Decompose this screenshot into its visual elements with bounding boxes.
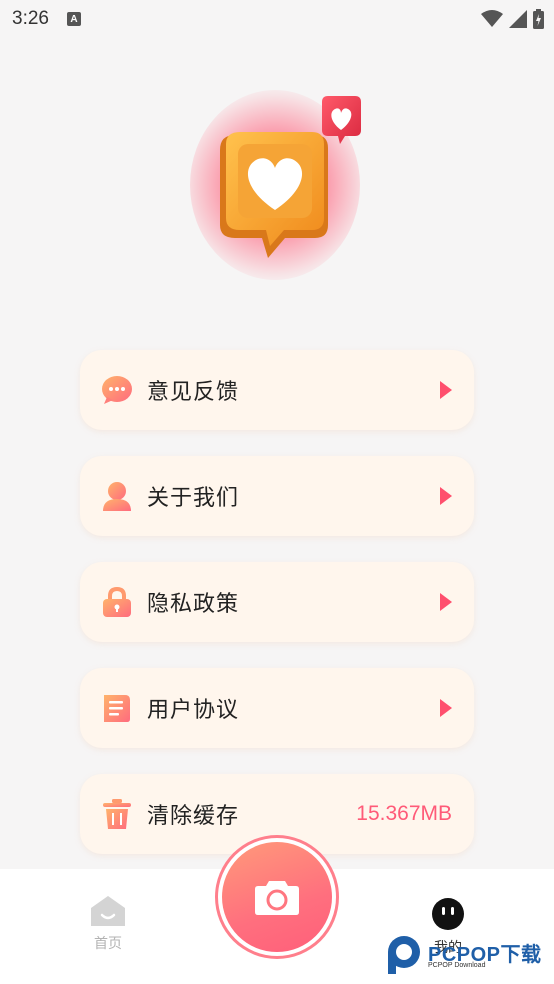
battery-icon [533,9,544,29]
lock-icon [101,586,133,618]
pcpop-logo-icon [388,936,420,974]
status-bar: 3:26 A [0,0,554,38]
wifi-icon [481,10,503,27]
settings-menu: 意见反馈 关于我们 隐私政策 用户协议 清除缓存 15.367MB [80,350,474,880]
menu-item-label: 用户协议 [147,698,240,723]
status-time: 3:26 [12,8,49,29]
menu-item-label: 意见反馈 [147,380,240,405]
menu-item-label: 关于我们 [147,486,240,511]
chat-bubble-icon [101,374,133,406]
chevron-right-icon [440,593,452,611]
tab-home-label: 首页 [94,936,122,952]
home-icon [91,896,125,926]
cache-size-value: 15.367MB [356,802,452,825]
document-icon [101,692,133,724]
menu-item-agreement[interactable]: 用户协议 [80,668,474,748]
hero-illustration [150,60,410,320]
menu-item-label: 隐私政策 [147,592,240,617]
camera-icon [255,881,299,915]
watermark-logo: PCPOP下载 PCPOP Download [384,934,554,976]
menu-item-feedback[interactable]: 意见反馈 [80,350,474,430]
menu-item-about[interactable]: 关于我们 [80,456,474,536]
camera-button[interactable] [215,835,339,959]
person-icon [101,480,133,512]
profile-face-icon [432,898,464,930]
chevron-right-icon [440,699,452,717]
menu-item-label: 清除缓存 [147,804,240,829]
menu-item-privacy[interactable]: 隐私政策 [80,562,474,642]
notification-icon: A [66,12,81,26]
watermark-sub: PCPOP Download [428,962,486,969]
camera-button-inner [222,842,332,952]
chevron-right-icon [440,381,452,399]
tab-home[interactable]: 首页 [80,895,136,953]
heart-bubble-icon [220,96,361,258]
status-icons [481,9,544,29]
trash-icon [101,798,133,830]
chevron-right-icon [440,487,452,505]
signal-icon [509,10,527,28]
